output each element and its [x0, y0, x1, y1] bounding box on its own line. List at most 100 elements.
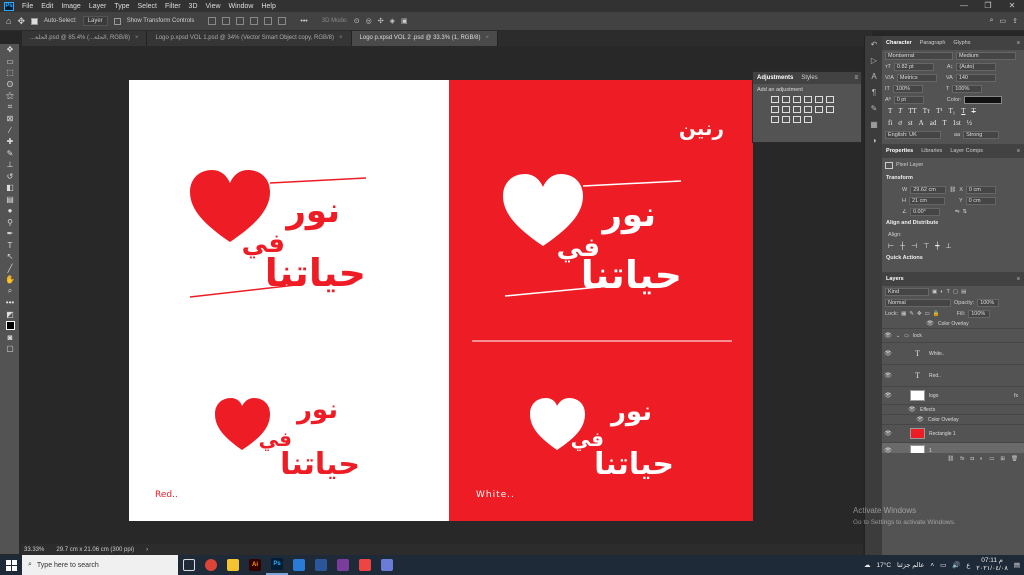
visibility-eye-icon[interactable]: 👁 [884, 332, 892, 339]
kerning-field[interactable]: Metrics [896, 73, 937, 82]
underline-icon[interactable]: T [961, 107, 965, 115]
menu-help[interactable]: Help [257, 3, 279, 10]
width-field[interactable]: 29.62 cm [910, 185, 947, 194]
exposure-icon[interactable] [804, 96, 812, 103]
filter-pixel-icon[interactable]: ▣ [932, 289, 937, 295]
windows-start-icon[interactable] [0, 555, 22, 575]
close-tab-icon[interactable]: × [485, 35, 489, 41]
panel-menu-icon[interactable]: ≡ [854, 75, 858, 81]
menu-image[interactable]: Image [57, 3, 84, 10]
eraser-tool-icon[interactable]: ◧ [0, 182, 20, 194]
delete-layer-icon[interactable]: 🗑 [1011, 456, 1018, 462]
weather-text[interactable]: عالم جزئنا [897, 561, 924, 569]
align-distribute-header[interactable]: Align and Distribute [882, 217, 1024, 229]
blur-tool-icon[interactable]: ● [0, 205, 20, 217]
layer-row[interactable]: 👁 Rectangle 1 [882, 425, 1024, 443]
tab-layer-comps[interactable]: Layer Comps [950, 148, 983, 154]
fractions-icon[interactable]: 1st [953, 119, 961, 127]
tab-libraries[interactable]: Libraries [921, 148, 942, 154]
layer-row[interactable]: 👁 ⌄ ▭ lock [882, 329, 1024, 343]
old-style-icon[interactable]: ơ [898, 119, 902, 127]
group-chevron-icon[interactable]: ⌄ [896, 333, 900, 339]
channels-icon[interactable]: ◑ [865, 132, 883, 148]
lock-transparent-icon[interactable]: ▦ [901, 311, 906, 317]
flip-horizontal-icon[interactable]: ⇋ [955, 209, 960, 215]
menu-3d[interactable]: 3D [185, 3, 202, 10]
font-size-field[interactable]: 0.82 pt [893, 62, 934, 71]
layer-row[interactable]: 👁 Effects [882, 405, 1024, 415]
small-caps-icon[interactable]: Tт [923, 107, 930, 115]
align-middle-icon[interactable] [264, 17, 273, 25]
tray-chevron-icon[interactable]: ˄ [930, 562, 934, 569]
alternates-icon[interactable]: A [919, 119, 924, 127]
show-transform-checkbox[interactable] [113, 17, 121, 25]
visibility-eye-icon[interactable]: 👁 [884, 430, 892, 437]
type-tool-icon[interactable]: T [0, 240, 20, 252]
quick-mask-icon[interactable]: ◙ [0, 332, 20, 344]
selective-color-icon[interactable] [804, 116, 812, 123]
new-group-icon[interactable]: ▭ [989, 456, 994, 462]
swash-icon[interactable]: st [908, 119, 913, 127]
ligatures-icon[interactable]: fi [888, 119, 892, 127]
tab-styles[interactable]: Styles [801, 75, 817, 81]
chrome-icon[interactable] [200, 555, 222, 575]
workspace-icon[interactable]: ▭ [1000, 17, 1007, 25]
marquee-tool-icon[interactable]: ⬚ [0, 67, 20, 79]
actions-icon[interactable]: ▷ [865, 52, 883, 68]
strikethrough-icon[interactable]: T [971, 107, 975, 115]
effect-eye-icon[interactable]: 👁 [908, 406, 916, 413]
paint-icon[interactable] [354, 555, 376, 575]
temperature[interactable]: 17°C [877, 562, 892, 569]
levels-icon[interactable] [782, 96, 790, 103]
align-center-icon[interactable] [222, 17, 231, 25]
vertical-scale-field[interactable]: 100% [892, 84, 923, 93]
threshold-icon[interactable] [782, 116, 790, 123]
antialias-select[interactable]: Strong [963, 130, 1000, 139]
taskbar-search-input[interactable]: ⌕ Type here to search [22, 555, 178, 575]
panel-menu-icon[interactable]: ≡ [1017, 40, 1020, 46]
doc-tab-2[interactable]: Logo p.xpsd VOL 1.psd @ 34% (Vector Smar… [147, 31, 352, 46]
menu-type[interactable]: Type [110, 3, 133, 10]
frame-tool-icon[interactable]: ⊠ [0, 113, 20, 125]
move-tool-icon[interactable]: ✥ [17, 16, 25, 27]
add-style-icon[interactable]: fx [960, 456, 964, 462]
vlc-icon[interactable] [376, 555, 398, 575]
artboard-tool-icon[interactable]: ▭ [0, 56, 20, 68]
history-brush-tool-icon[interactable]: ↺ [0, 171, 20, 183]
auto-select-checkbox[interactable] [30, 17, 38, 25]
close-tab-icon[interactable]: × [339, 35, 343, 41]
filter-type-icon[interactable]: T [947, 289, 950, 295]
curves-icon[interactable] [793, 96, 801, 103]
layer-row[interactable]: 👁 Color Overlay [882, 319, 1024, 329]
visibility-eye-icon[interactable]: 👁 [884, 392, 892, 399]
fill-field[interactable]: 100% [968, 309, 991, 318]
network-icon[interactable]: ▭ [940, 561, 946, 569]
panel-menu-icon[interactable]: ≡ [1017, 276, 1020, 282]
3d-scale-icon[interactable]: ▣ [401, 17, 408, 25]
maximize-icon[interactable]: ❐ [976, 0, 1000, 12]
search-icon[interactable]: ⌕ [990, 17, 994, 25]
lock-position-icon[interactable]: ✥ [917, 311, 922, 317]
home-icon[interactable]: ⌂ [6, 16, 11, 26]
align-right-edges-icon[interactable]: ⊣ [911, 242, 917, 250]
lasso-tool-icon[interactable]: ʘ [0, 79, 20, 91]
menu-select[interactable]: Select [134, 3, 161, 10]
doc-tab-3[interactable]: Logo p.xpsd VOL 2 .psd @ 33.3% (1, RGB/8… [351, 31, 498, 46]
tab-properties[interactable]: Properties [886, 148, 913, 154]
align-bottom-edges-icon[interactable]: ⊥ [946, 242, 952, 250]
all-caps-icon[interactable]: TT [908, 107, 917, 115]
link-layers-icon[interactable]: ⛓ [947, 456, 954, 462]
font-family-select[interactable]: Montserrat [885, 51, 953, 60]
fx-icon[interactable]: fx [1014, 393, 1018, 399]
layer-row[interactable]: 👁 1 [882, 443, 1024, 453]
brush-tool-icon[interactable]: ✎ [0, 148, 20, 160]
superscript-icon[interactable]: T¹ [936, 107, 942, 115]
menu-layer[interactable]: Layer [85, 3, 111, 10]
notes-icon[interactable] [288, 555, 310, 575]
default-colors-icon[interactable]: ◩ [0, 309, 20, 321]
3d-pan-icon[interactable]: ✣ [378, 17, 384, 25]
clock[interactable]: 07:11 م ٢٠٢١/٠٤/٠٨ [976, 557, 1008, 573]
crop-tool-icon[interactable]: ⌗ [0, 102, 20, 114]
posterize-icon[interactable] [771, 116, 779, 123]
path-selection-tool-icon[interactable]: ↖ [0, 251, 20, 263]
